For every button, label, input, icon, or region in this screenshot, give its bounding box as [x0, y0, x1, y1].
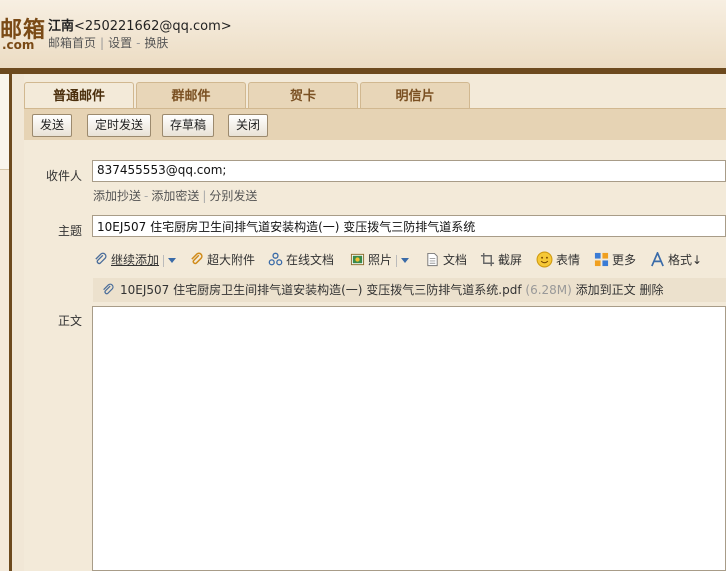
continue-add-button[interactable]: 继续添加 — [93, 250, 177, 270]
attachment-item: 10EJ507 住宅厨房卫生间排气道安装构造(一) 变压拨气三防排气道系统.pd… — [93, 278, 726, 302]
save-draft-button[interactable]: 存草稿 — [162, 114, 215, 137]
mail-header: 邮箱 .com 江南<250221662@qq.com> 邮箱首页 | 设置 - 换肤 — [0, 0, 726, 68]
chevron-down-icon[interactable] — [401, 258, 410, 263]
scheduled-send-button[interactable]: 定时发送 — [87, 114, 152, 137]
chevron-down-icon[interactable] — [168, 258, 177, 263]
close-button[interactable]: 关闭 — [228, 114, 269, 137]
online-document-button[interactable]: 在线文档 — [268, 250, 334, 270]
screenshot-button[interactable]: 截屏 — [480, 250, 522, 270]
more-label: 更多 — [612, 253, 637, 267]
paperclip-icon — [95, 252, 107, 265]
tab-postcard[interactable]: 明信片 — [360, 82, 470, 108]
continue-add-label: 继续添加 — [111, 253, 160, 267]
paperclip-icon — [103, 283, 114, 294]
mail-logo-domain: .com — [2, 38, 35, 52]
photo-label: 照片 — [368, 253, 393, 267]
screenshot-label: 截屏 — [498, 253, 523, 267]
online-doc-label: 在线文档 — [286, 253, 335, 267]
separate-send-link[interactable]: 分别发送 — [209, 189, 257, 203]
compose-panel: 普通邮件 群邮件 贺卡 明信片 发送 定时发送 存草稿 关闭 收件人 83745… — [24, 74, 726, 571]
subject-field[interactable]: 10EJ507 住宅厨房卫生间排气道安装构造(一) 变压拨气三防排气道系统 — [92, 215, 726, 237]
add-to-body-link[interactable]: 添加到正文 — [576, 283, 636, 297]
recipient-label: 收件人 — [45, 169, 82, 183]
add-bcc-link[interactable]: 添加密送 — [151, 189, 199, 203]
add-cc-link[interactable]: 添加抄送 — [93, 189, 141, 203]
sidebar-panel — [0, 74, 9, 170]
tab-greeting-card[interactable]: 贺卡 — [248, 82, 358, 108]
left-sidebar — [0, 74, 12, 571]
photo-icon — [350, 253, 365, 266]
photo-button[interactable]: 照片 — [350, 250, 410, 270]
user-name: 江南 — [48, 19, 75, 34]
format-button[interactable]: 格式↓ — [650, 250, 702, 270]
delete-attachment-link[interactable]: 删除 — [640, 283, 664, 297]
attachment-file-name: 10EJ507 住宅厨房卫生间排气道安装构造(一) 变压拨气三防排气道系统.pd… — [120, 283, 522, 297]
recipient-field[interactable]: 837455553@qq.com; — [92, 160, 726, 182]
large-attachment-label: 超大附件 — [207, 253, 256, 267]
large-attachment-icon — [191, 252, 203, 265]
compose-toolbar: 发送 定时发送 存草稿 关闭 — [24, 108, 726, 140]
tab-group-mail[interactable]: 群邮件 — [136, 82, 246, 108]
apps-grid-icon — [594, 252, 609, 267]
large-attachment-button[interactable]: 超大附件 — [189, 250, 255, 270]
user-email: <250221662@qq.com> — [74, 19, 232, 34]
user-info: 江南<250221662@qq.com> — [48, 15, 232, 34]
header-links: 邮箱首页 | 设置 - 换肤 — [48, 36, 169, 50]
format-label: 格式↓ — [668, 253, 703, 267]
screenshot-icon — [480, 252, 495, 267]
document-label: 文档 — [443, 253, 468, 267]
subject-label: 主题 — [57, 224, 82, 238]
document-icon — [427, 252, 438, 267]
body-editor[interactable] — [92, 306, 726, 571]
mailbox-home-link[interactable]: 邮箱首页 — [48, 36, 96, 50]
attachment-size: (6.28M) — [525, 283, 572, 297]
online-doc-icon — [268, 252, 283, 266]
send-button[interactable]: 发送 — [32, 114, 73, 137]
font-format-icon — [651, 252, 664, 267]
smiley-icon — [536, 251, 553, 268]
recipient-options: 添加抄送 - 添加密送 | 分别发送 — [93, 189, 258, 203]
document-button[interactable]: 文档 — [425, 250, 467, 270]
emoji-label: 表情 — [556, 253, 581, 267]
tab-normal-mail[interactable]: 普通邮件 — [24, 82, 134, 108]
emoji-button[interactable]: 表情 — [536, 250, 580, 270]
change-skin-link[interactable]: 换肤 — [144, 36, 168, 50]
settings-link[interactable]: 设置 — [108, 36, 132, 50]
body-label: 正文 — [57, 314, 82, 328]
more-button[interactable]: 更多 — [594, 250, 636, 270]
